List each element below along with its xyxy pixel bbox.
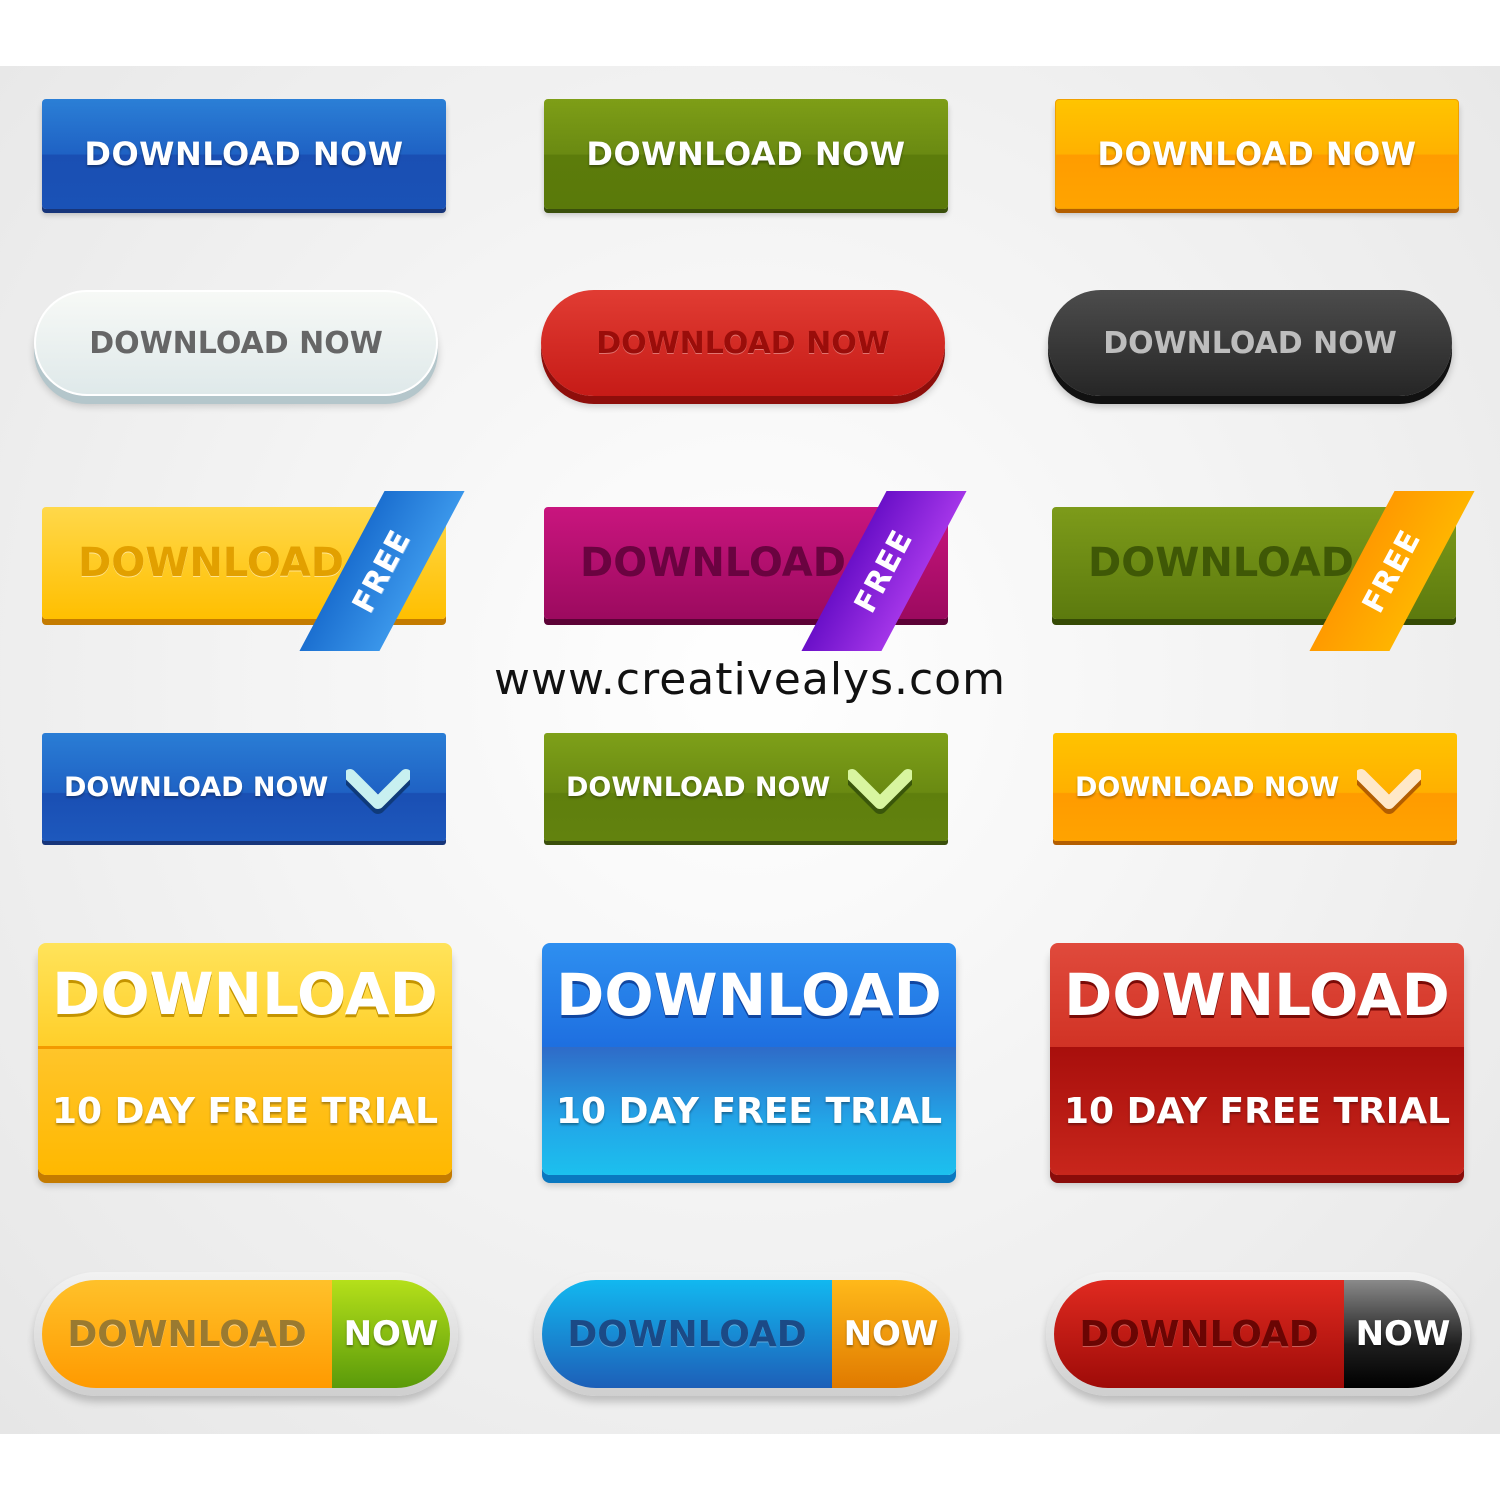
button-label: DOWNLOAD NOW [64,771,329,803]
button-label: DOWNLOAD [580,540,846,586]
checkmark-icon [346,769,410,814]
checkmark-icon [848,769,912,814]
download-now-check-button-orange[interactable]: DOWNLOAD NOW [1053,733,1457,841]
button-label-right: NOW [332,1280,450,1388]
button-label: DOWNLOAD NOW [89,325,383,361]
button-label: DOWNLOAD NOW [566,771,831,803]
ribbon-label: FREE [1355,523,1429,619]
download-trial-button-blue[interactable]: DOWNLOAD 10 DAY FREE TRIAL [542,943,956,1175]
checkmark-icon [1357,769,1421,814]
download-now-split-button-red[interactable]: DOWNLOAD NOW [1046,1272,1470,1396]
download-now-split-button-orange[interactable]: DOWNLOAD NOW [34,1272,458,1396]
website-url: www.creativealys.com [494,654,1006,705]
ribbon-label: FREE [847,523,921,619]
download-trial-button-yellow[interactable]: DOWNLOAD 10 DAY FREE TRIAL [38,943,452,1175]
download-now-check-button-blue[interactable]: DOWNLOAD NOW [42,733,446,841]
button-title: DOWNLOAD [1050,943,1464,1047]
button-label-right: NOW [832,1280,950,1388]
download-now-pill-red[interactable]: DOWNLOAD NOW [541,290,945,396]
button-label-right: NOW [1344,1280,1462,1388]
download-free-button-green[interactable]: DOWNLOAD FREE [1052,491,1475,651]
button-subtitle: 10 DAY FREE TRIAL [38,1045,452,1175]
download-now-button-orange[interactable]: DOWNLOAD NOW [1055,99,1459,209]
download-now-split-button-blue[interactable]: DOWNLOAD NOW [534,1272,958,1396]
button-label: DOWNLOAD [1088,540,1354,586]
download-now-pill-dark[interactable]: DOWNLOAD NOW [1048,290,1452,396]
download-now-check-button-green[interactable]: DOWNLOAD NOW [544,733,948,841]
download-now-button-blue[interactable]: DOWNLOAD NOW [42,99,446,209]
button-label: DOWNLOAD NOW [1103,325,1397,361]
button-label-left: DOWNLOAD [42,1280,332,1388]
button-label: DOWNLOAD NOW [84,135,404,173]
button-label: DOWNLOAD NOW [596,325,890,361]
ribbon-label: FREE [345,523,419,619]
download-now-button-green[interactable]: DOWNLOAD NOW [544,99,948,209]
button-label-left: DOWNLOAD [1054,1280,1344,1388]
button-label: DOWNLOAD NOW [586,135,906,173]
button-label: DOWNLOAD [78,540,344,586]
button-label: DOWNLOAD NOW [1075,771,1340,803]
button-title: DOWNLOAD [542,943,956,1047]
download-trial-button-red[interactable]: DOWNLOAD 10 DAY FREE TRIAL [1050,943,1464,1175]
download-free-button-yellow[interactable]: DOWNLOAD FREE [42,491,465,651]
button-label: DOWNLOAD NOW [1097,135,1417,173]
download-free-button-purple[interactable]: DOWNLOAD FREE [544,491,967,651]
button-label-left: DOWNLOAD [542,1280,832,1388]
download-now-pill-white[interactable]: DOWNLOAD NOW [34,290,438,396]
button-subtitle: 10 DAY FREE TRIAL [542,1047,956,1175]
button-subtitle: 10 DAY FREE TRIAL [1050,1047,1464,1175]
button-title: DOWNLOAD [38,943,452,1046]
